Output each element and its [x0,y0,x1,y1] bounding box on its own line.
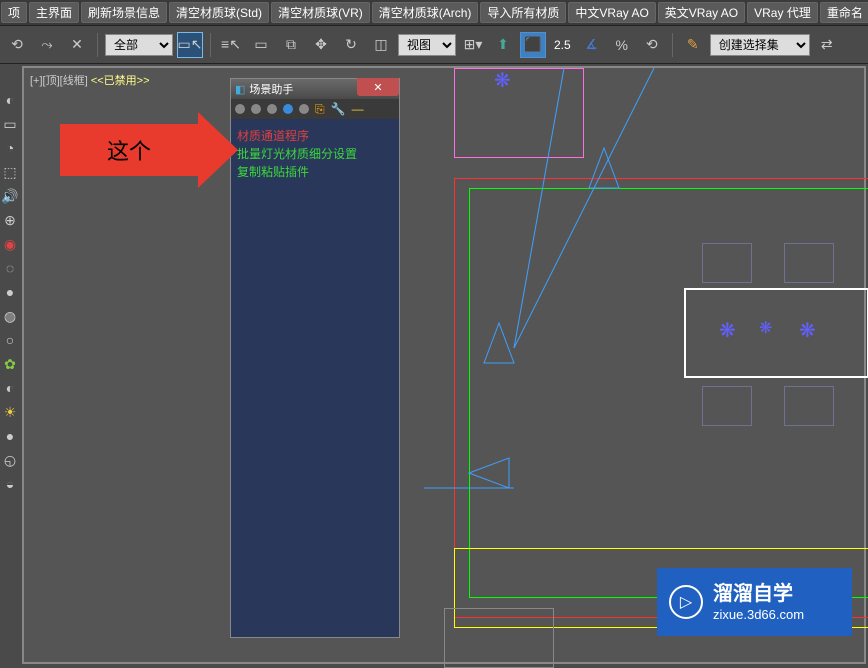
wrench-icon[interactable]: 🔧 [331,102,346,116]
annotation-arrow: 这个 [60,120,240,180]
select-icon[interactable]: ▭↖ [177,32,203,58]
side-icon-5[interactable]: 🔊 [2,188,18,204]
rotate-icon[interactable]: ↻ [338,32,364,58]
side-icon-4[interactable]: ⬚ [2,164,18,180]
side-icon-14[interactable]: ☀ [2,404,18,420]
panel-title: 场景助手 [249,81,293,97]
watermark: ▷ 溜溜自学 zixue.3d66.com [657,568,852,636]
side-icon-8[interactable]: ◌ [2,260,18,276]
menu-item-3[interactable]: 清空材质球(Std) [169,2,269,23]
menu-item-6[interactable]: 导入所有材质 [480,2,566,23]
bind-icon[interactable]: ✕ [64,32,90,58]
menu-item-4[interactable]: 清空材质球(VR) [271,2,370,23]
panel-item-0[interactable]: 材质通道程序 [237,127,393,145]
side-icon-13[interactable]: ◐ [2,380,18,396]
coord-icon[interactable]: ⊞▾ [460,32,486,58]
viewport-label[interactable]: [+][顶][线框] <<已禁用>> [30,72,150,88]
watermark-title: 溜溜自学 [713,581,804,607]
menu-item-5[interactable]: 清空材质球(Arch) [372,2,479,23]
spinner-snap-icon[interactable]: ⟲ [639,32,665,58]
side-icon-10[interactable]: ◍ [2,308,18,324]
tab-dot-4[interactable] [283,104,293,114]
unlink-icon[interactable]: ⤳ [34,32,60,58]
panel-body: 材质通道程序 批量灯光材质细分设置 复制粘贴插件 [231,119,399,189]
panel-item-1[interactable]: 批量灯光材质细分设置 [237,145,393,163]
select-by-name-icon[interactable]: ≡↖ [218,32,244,58]
snap-toggle-icon[interactable]: ⬛ [520,32,546,58]
side-icon-12[interactable]: ✿ [2,356,18,372]
link-icon[interactable]: ⟲ [4,32,30,58]
panel-tool-icon-1[interactable]: ⎘ [315,102,325,117]
panel-app-icon: ◧ [235,83,245,96]
side-icon-15[interactable]: ● [2,428,18,444]
side-toolbar: ◐ ▭ ◔ ⬚ 🔊 ⊕ ◉ ◌ ● ◍ ○ ✿ ◐ ☀ ● ◵ ◒ [0,64,20,666]
mirror-icon[interactable]: ⇄ [814,32,840,58]
side-icon-7[interactable]: ◉ [2,236,18,252]
scene-helper-panel: ◧ 场景助手 ✕ ⎘ 🔧 — 材质通道程序 批量灯光材质细分设置 复制粘贴插件 [230,78,400,638]
minimize-icon[interactable]: — [352,102,364,116]
close-icon[interactable]: ✕ [357,78,399,96]
snap-value: 2.5 [550,38,575,52]
tab-dot-5[interactable] [299,104,309,114]
percent-snap-icon[interactable]: % [609,32,635,58]
panel-tab-strip: ⎘ 🔧 — [231,99,399,119]
side-icon-16[interactable]: ◵ [2,452,18,468]
window-crossing-icon[interactable]: ⧉ [278,32,304,58]
watermark-url: zixue.3d66.com [713,607,804,624]
side-icon-2[interactable]: ▭ [2,116,18,132]
select-region-icon[interactable]: ▭ [248,32,274,58]
annotation-text: 这个 [107,134,151,166]
menu-item-0[interactable]: 项 [1,2,27,23]
menu-item-8[interactable]: 英文VRay AO [658,2,745,23]
menu-bar: 项 主界面 刷新场景信息 清空材质球(Std) 清空材质球(VR) 清空材质球(… [0,0,868,26]
filter-select[interactable]: 全部 [105,34,173,56]
side-icon-3[interactable]: ◔ [2,140,18,156]
move-icon[interactable]: ✥ [308,32,334,58]
tab-dot-2[interactable] [251,104,261,114]
menu-item-1[interactable]: 主界面 [29,2,79,23]
side-icon-6[interactable]: ⊕ [2,212,18,228]
play-icon: ▷ [669,585,703,619]
scale-icon[interactable]: ◫ [368,32,394,58]
side-icon-9[interactable]: ● [2,284,18,300]
side-icon-17[interactable]: ◒ [2,476,18,492]
menu-item-2[interactable]: 刷新场景信息 [81,2,167,23]
selection-set-select[interactable]: 创建选择集 [710,34,810,56]
side-icon-1[interactable]: ◐ [2,92,18,108]
panel-item-2[interactable]: 复制粘贴插件 [237,163,393,181]
edit-named-icon[interactable]: ✎ [680,32,706,58]
side-icon-11[interactable]: ○ [2,332,18,348]
tab-dot-3[interactable] [267,104,277,114]
menu-item-9[interactable]: VRay 代理 [747,2,818,23]
panel-title-bar[interactable]: ◧ 场景助手 ✕ [231,79,399,99]
pivot-icon[interactable]: ⬆ [490,32,516,58]
menu-item-10[interactable]: 重命名 [820,2,868,23]
view-select[interactable]: 视图 [398,34,456,56]
angle-snap-icon[interactable]: ∡ [579,32,605,58]
main-toolbar: ⟲ ⤳ ✕ 全部 ▭↖ ≡↖ ▭ ⧉ ✥ ↻ ◫ 视图 ⊞▾ ⬆ ⬛ 2.5 ∡… [0,26,868,64]
menu-item-7[interactable]: 中文VRay AO [568,2,655,23]
